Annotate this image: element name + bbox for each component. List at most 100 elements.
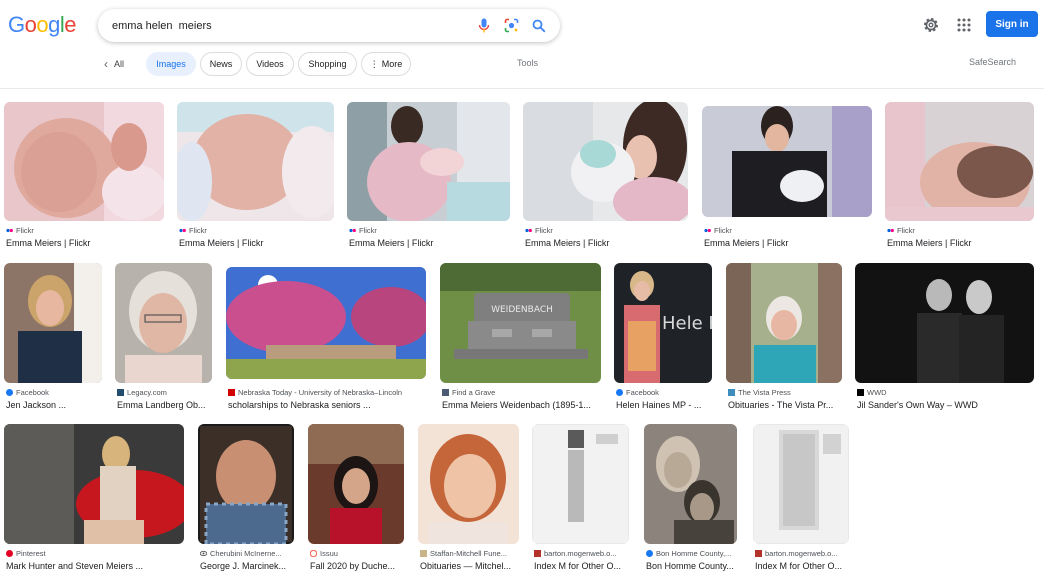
sign-in-button[interactable]: Sign in xyxy=(986,11,1038,37)
image-result[interactable]: barton.mogenweb.o... Index M for Other O… xyxy=(753,424,849,574)
result-title[interactable]: Helen Haines MP - ... xyxy=(616,400,714,410)
image-result[interactable]: Bon Homme County,... Bon Homme County... xyxy=(644,424,737,574)
result-source: Flickr xyxy=(6,226,34,235)
tab-shopping-label: Shopping xyxy=(308,59,347,69)
search-input[interactable] xyxy=(112,17,452,35)
result-thumbnail[interactable] xyxy=(418,424,519,544)
result-title[interactable]: Obituaries — Mitchel... xyxy=(420,561,521,571)
settings-gear-icon[interactable] xyxy=(921,15,941,35)
google-apps-grid-icon[interactable] xyxy=(955,16,973,34)
pinterest-favicon-icon xyxy=(6,550,13,557)
image-result[interactable]: Flickr Emma Meiers | Flickr xyxy=(523,102,688,252)
image-result[interactable]: WEIDENBACH Find a Grave Emma Meiers Weid… xyxy=(440,263,601,413)
result-thumbnail[interactable]: Hele Hain xyxy=(614,263,712,383)
result-source: Flickr xyxy=(525,226,553,235)
image-result[interactable]: Flickr Emma Meiers | Flickr xyxy=(702,106,872,252)
result-title[interactable]: Jil Sander's Own Way – WWD xyxy=(857,400,1036,410)
result-thumbnail[interactable] xyxy=(726,263,842,383)
microphone-icon[interactable] xyxy=(475,17,492,34)
result-title[interactable]: Emma Meiers | Flickr xyxy=(6,238,166,248)
image-result[interactable]: Issuu Fall 2020 by Duche... xyxy=(308,424,404,574)
tools-button[interactable]: Tools xyxy=(517,58,538,68)
result-source-label: Flickr xyxy=(714,226,732,235)
result-title[interactable]: Emma Meiers | Flickr xyxy=(179,238,336,248)
result-thumbnail[interactable] xyxy=(198,424,294,544)
result-title[interactable]: Mark Hunter and Steven Meiers ... xyxy=(6,561,186,571)
tab-news-label: News xyxy=(209,59,233,69)
tab-shopping[interactable]: Shopping xyxy=(298,52,357,76)
facebook-favicon-icon xyxy=(6,389,13,396)
result-source-label: The Vista Press xyxy=(738,388,791,397)
result-title[interactable]: Emma Landberg Ob... xyxy=(117,400,214,410)
result-thumbnail[interactable] xyxy=(4,424,184,544)
result-title[interactable]: scholarships to Nebraska seniors ... xyxy=(228,400,428,410)
result-title[interactable]: George J. Marcinek... xyxy=(200,561,296,571)
result-thumbnail[interactable] xyxy=(308,424,404,544)
result-title[interactable]: Emma Meiers | Flickr xyxy=(525,238,690,248)
image-result[interactable]: Flickr Emma Meiers | Flickr xyxy=(4,102,164,252)
image-result[interactable]: The Vista Press Obituaries - The Vista P… xyxy=(726,263,842,413)
result-title[interactable]: Jen Jackson ... xyxy=(6,400,104,410)
result-title[interactable]: Fall 2020 by Duche... xyxy=(310,561,406,571)
image-result[interactable]: Nebraska Today - University of Nebraska–… xyxy=(226,267,426,413)
result-thumbnail[interactable] xyxy=(177,102,334,221)
image-result[interactable]: Cherubini McInerne... George J. Marcinek… xyxy=(198,424,294,574)
result-source: Nebraska Today - University of Nebraska–… xyxy=(228,388,402,397)
result-thumbnail[interactable] xyxy=(532,424,629,544)
result-source-label: Legacy.com xyxy=(127,388,167,397)
image-result[interactable]: Flickr Emma Meiers | Flickr xyxy=(347,102,510,252)
image-result[interactable]: Hele Hain Facebook Helen Haines MP - ... xyxy=(614,263,712,413)
tab-more[interactable]: ⋮ More xyxy=(361,52,411,76)
image-result[interactable]: Staffan-Mitchell Fune... Obituaries — Mi… xyxy=(418,424,519,574)
result-source: barton.mogenweb.o... xyxy=(755,549,838,558)
result-thumbnail[interactable] xyxy=(644,424,737,544)
google-logo[interactable]: Google xyxy=(8,12,77,38)
result-thumbnail[interactable] xyxy=(4,263,102,383)
wwd-favicon-icon xyxy=(857,389,864,396)
result-title[interactable]: Emma Meiers | Flickr xyxy=(704,238,874,248)
barton-favicon-icon xyxy=(534,550,541,557)
result-thumbnail[interactable] xyxy=(523,102,688,221)
tab-all[interactable]: ‹ All xyxy=(104,53,124,75)
result-thumbnail[interactable] xyxy=(347,102,510,221)
result-thumbnail[interactable] xyxy=(855,263,1034,383)
result-title[interactable]: Emma Meiers | Flickr xyxy=(887,238,1036,248)
tab-videos[interactable]: Videos xyxy=(246,52,294,76)
image-result[interactable]: barton.mogenweb.o... Index M for Other O… xyxy=(532,424,629,574)
result-title[interactable]: Emma Meiers | Flickr xyxy=(349,238,512,248)
result-source-label: Flickr xyxy=(897,226,915,235)
result-source-label: Pinterest xyxy=(16,549,46,558)
result-source: Flickr xyxy=(349,226,377,235)
image-result[interactable]: Pinterest Mark Hunter and Steven Meiers … xyxy=(4,424,184,574)
result-thumbnail[interactable] xyxy=(702,106,872,217)
result-title[interactable]: Index M for Other O... xyxy=(534,561,631,571)
chevron-left-icon: ‹ xyxy=(104,57,108,71)
result-thumbnail[interactable] xyxy=(4,102,164,221)
image-result[interactable]: Facebook Jen Jackson ... xyxy=(4,263,102,413)
search-box xyxy=(98,9,560,42)
image-result[interactable]: Flickr Emma Meiers | Flickr xyxy=(177,102,334,252)
result-title[interactable]: Bon Homme County... xyxy=(646,561,739,571)
result-title[interactable]: Obituaries - The Vista Pr... xyxy=(728,400,844,410)
image-result[interactable]: Flickr Emma Meiers | Flickr xyxy=(885,102,1034,252)
tab-news[interactable]: News xyxy=(200,52,242,76)
result-thumbnail[interactable]: WEIDENBACH xyxy=(440,263,601,383)
result-source-label: Facebook xyxy=(16,388,49,397)
lens-camera-icon[interactable] xyxy=(503,17,520,34)
result-thumbnail[interactable] xyxy=(753,424,849,544)
nebraska-favicon-icon xyxy=(228,389,235,396)
safesearch-button[interactable]: SafeSearch xyxy=(969,57,1016,67)
flickr-favicon-icon xyxy=(179,227,186,234)
search-icon[interactable] xyxy=(530,17,547,34)
tab-images[interactable]: Images xyxy=(146,52,196,76)
result-source: Legacy.com xyxy=(117,388,167,397)
result-thumbnail[interactable] xyxy=(885,102,1034,221)
image-result[interactable]: Legacy.com Emma Landberg Ob... xyxy=(115,263,212,413)
result-title[interactable]: Index M for Other O... xyxy=(755,561,851,571)
image-result[interactable]: WWD Jil Sander's Own Way – WWD xyxy=(855,263,1034,413)
result-thumbnail[interactable] xyxy=(115,263,212,383)
result-thumbnail[interactable] xyxy=(226,267,426,379)
result-source-label: Facebook xyxy=(626,388,659,397)
result-source: Pinterest xyxy=(6,549,46,558)
result-title[interactable]: Emma Meiers Weidenbach (1895-1... xyxy=(442,400,603,410)
